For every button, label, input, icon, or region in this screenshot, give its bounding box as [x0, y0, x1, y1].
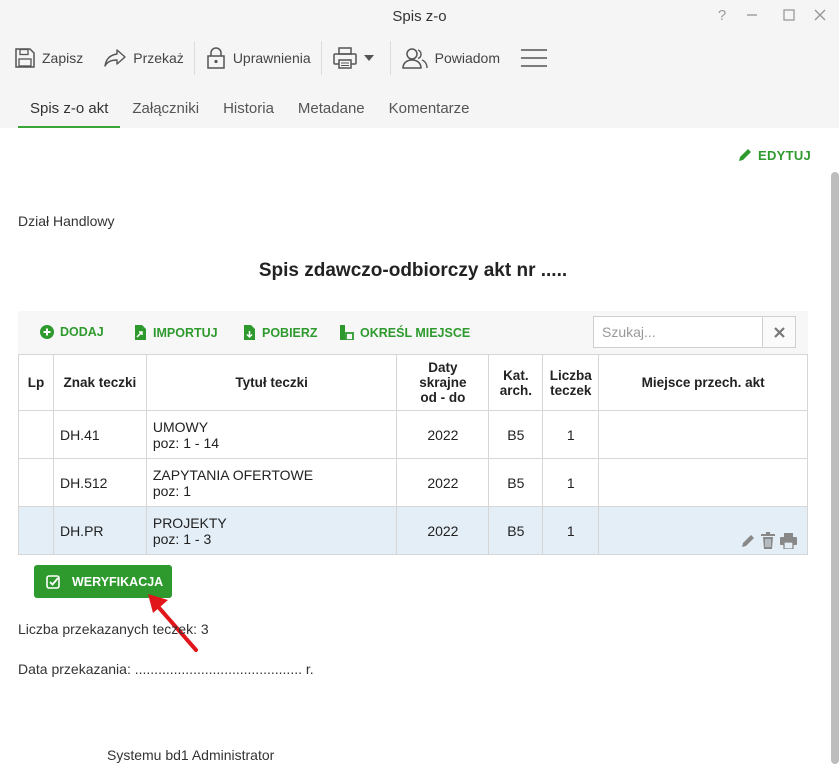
users-icon	[401, 48, 428, 69]
printer-icon	[332, 47, 357, 69]
column-header-liczba[interactable]: Liczba teczek	[542, 354, 600, 411]
add-label: DODAJ	[60, 325, 104, 339]
cell-daty: 2022	[396, 410, 490, 459]
print-dropdown-button[interactable]	[326, 40, 386, 76]
cell-tytul: UMOWY poz: 1 - 14	[145, 410, 398, 459]
cell-kat: B5	[488, 410, 544, 459]
set-location-button[interactable]: OKREŚL MIEJSCE	[339, 325, 470, 340]
save-icon	[15, 48, 35, 68]
trash-icon[interactable]	[760, 531, 776, 549]
signer-name: Systemu bd1 Administrator	[107, 747, 275, 763]
table-row-selected[interactable]: DH.PR PROJEKTY poz: 1 - 3 2022 B5 1	[18, 506, 808, 555]
maximize-icon[interactable]	[777, 5, 801, 25]
cell-znak: DH.41	[52, 410, 147, 459]
tab-zalaczniki[interactable]: Załączniki	[120, 82, 211, 128]
file-import-icon	[135, 325, 146, 340]
cell-znak: DH.512	[52, 458, 147, 507]
vertical-scrollbar[interactable]	[831, 172, 839, 764]
cell-kat: B5	[488, 458, 544, 507]
tab-bar: Spis z-o akt Załączniki Historia Metadan…	[0, 82, 839, 128]
forward-button[interactable]: Przekaż	[97, 40, 190, 76]
toolbar: Zapisz Przekaż Uprawnienia Powiadom	[0, 34, 839, 82]
toolbar-divider	[389, 41, 391, 75]
column-header-daty[interactable]: Daty skrajne od - do	[396, 354, 490, 411]
table-header-row: Lp Znak teczki Tytuł teczki Daty skrajne o…	[18, 354, 808, 411]
cell-daty: 2022	[396, 458, 490, 507]
cell-lp	[18, 458, 54, 507]
row-actions	[599, 509, 807, 553]
tab-komentarze[interactable]: Komentarze	[377, 82, 482, 128]
import-label: IMPORTUJ	[153, 325, 218, 340]
clear-search-button[interactable]	[762, 316, 796, 348]
notify-button[interactable]: Powiadom	[395, 40, 506, 76]
tab-metadane[interactable]: Metadane	[286, 82, 377, 128]
cell-daty: 2022	[396, 506, 490, 555]
forward-label: Przekaż	[133, 50, 184, 66]
cell-liczba: 1	[542, 410, 600, 459]
hamburger-icon	[521, 49, 548, 67]
cell-miejsce	[598, 458, 808, 507]
add-button[interactable]: DODAJ	[40, 325, 104, 339]
edit-button[interactable]: EDYTUJ	[737, 147, 811, 163]
notify-label: Powiadom	[434, 50, 501, 66]
edit-label: EDYTUJ	[758, 147, 812, 163]
cell-miejsce	[598, 410, 808, 459]
cell-miejsce	[598, 506, 808, 555]
checkbox-checked-icon	[46, 574, 60, 589]
set-location-label: OKREŚL MIEJSCE	[360, 325, 471, 340]
menu-button[interactable]	[514, 40, 560, 76]
tab-historia[interactable]: Historia	[211, 82, 286, 128]
search-input[interactable]	[593, 316, 763, 348]
column-header-tytul[interactable]: Tytuł teczki	[145, 354, 398, 411]
handover-date-line: Data przekazania: ......................…	[18, 661, 314, 677]
save-label: Zapisz	[42, 50, 84, 66]
column-header-znak[interactable]: Znak teczki	[52, 354, 147, 411]
table-row[interactable]: DH.512 ZAPYTANIA OFERTOWE poz: 1 2022 B5 …	[18, 458, 808, 507]
column-header-kat[interactable]: Kat. arch.	[488, 354, 544, 411]
download-button[interactable]: POBIERZ	[243, 325, 318, 340]
department-name: Dział Handlowy	[18, 213, 115, 229]
save-button[interactable]: Zapisz	[8, 40, 89, 76]
cell-lp	[18, 506, 54, 555]
cell-kat: B5	[488, 506, 544, 555]
toolbar-divider	[320, 41, 322, 75]
cell-znak: DH.PR	[52, 506, 147, 555]
tab-spis-akt[interactable]: Spis z-o akt	[18, 82, 121, 128]
cell-liczba: 1	[542, 458, 600, 507]
location-box-icon	[340, 325, 354, 340]
close-icon[interactable]	[808, 5, 832, 25]
title-bar: Spis z-o ?	[0, 0, 839, 34]
folders-count-line: Liczba przekazanych teczek: 3	[18, 621, 209, 637]
table-row[interactable]: DH.41 UMOWY poz: 1 - 14 2022 B5 1	[18, 410, 808, 459]
minimize-icon[interactable]	[740, 5, 764, 25]
caret-down-icon	[363, 55, 374, 61]
permissions-label: Uprawnienia	[232, 50, 311, 66]
cell-lp	[18, 410, 54, 459]
share-arrow-icon	[104, 49, 126, 67]
edit-row-icon[interactable]	[740, 533, 756, 549]
folders-table: Lp Znak teczki Tytuł teczki Daty skrajne o…	[18, 354, 808, 555]
document-title: Spis zdawczo-odbiorczy akt nr .....	[258, 260, 568, 281]
cell-tytul: PROJEKTY poz: 1 - 3	[145, 506, 398, 555]
help-icon[interactable]: ?	[710, 5, 734, 25]
file-download-icon	[244, 325, 255, 340]
permissions-button[interactable]: Uprawnienia	[199, 40, 317, 76]
column-header-lp[interactable]: Lp	[18, 354, 54, 411]
table-actions-bar: DODAJ IMPORTUJ POBIERZ OKREŚL MIEJSCE	[18, 311, 808, 354]
pencil-icon	[739, 149, 751, 161]
toolbar-divider	[193, 41, 195, 75]
lock-icon	[207, 47, 225, 69]
printer-icon[interactable]	[780, 532, 797, 549]
import-button[interactable]: IMPORTUJ	[134, 325, 218, 340]
close-icon	[773, 326, 785, 338]
cell-liczba: 1	[542, 506, 600, 555]
download-label: POBIERZ	[262, 325, 318, 340]
cell-tytul: ZAPYTANIA OFERTOWE poz: 1	[145, 458, 398, 507]
plus-circle-icon	[40, 325, 54, 339]
column-header-miejsce[interactable]: Miejsce przech. akt	[598, 354, 808, 411]
